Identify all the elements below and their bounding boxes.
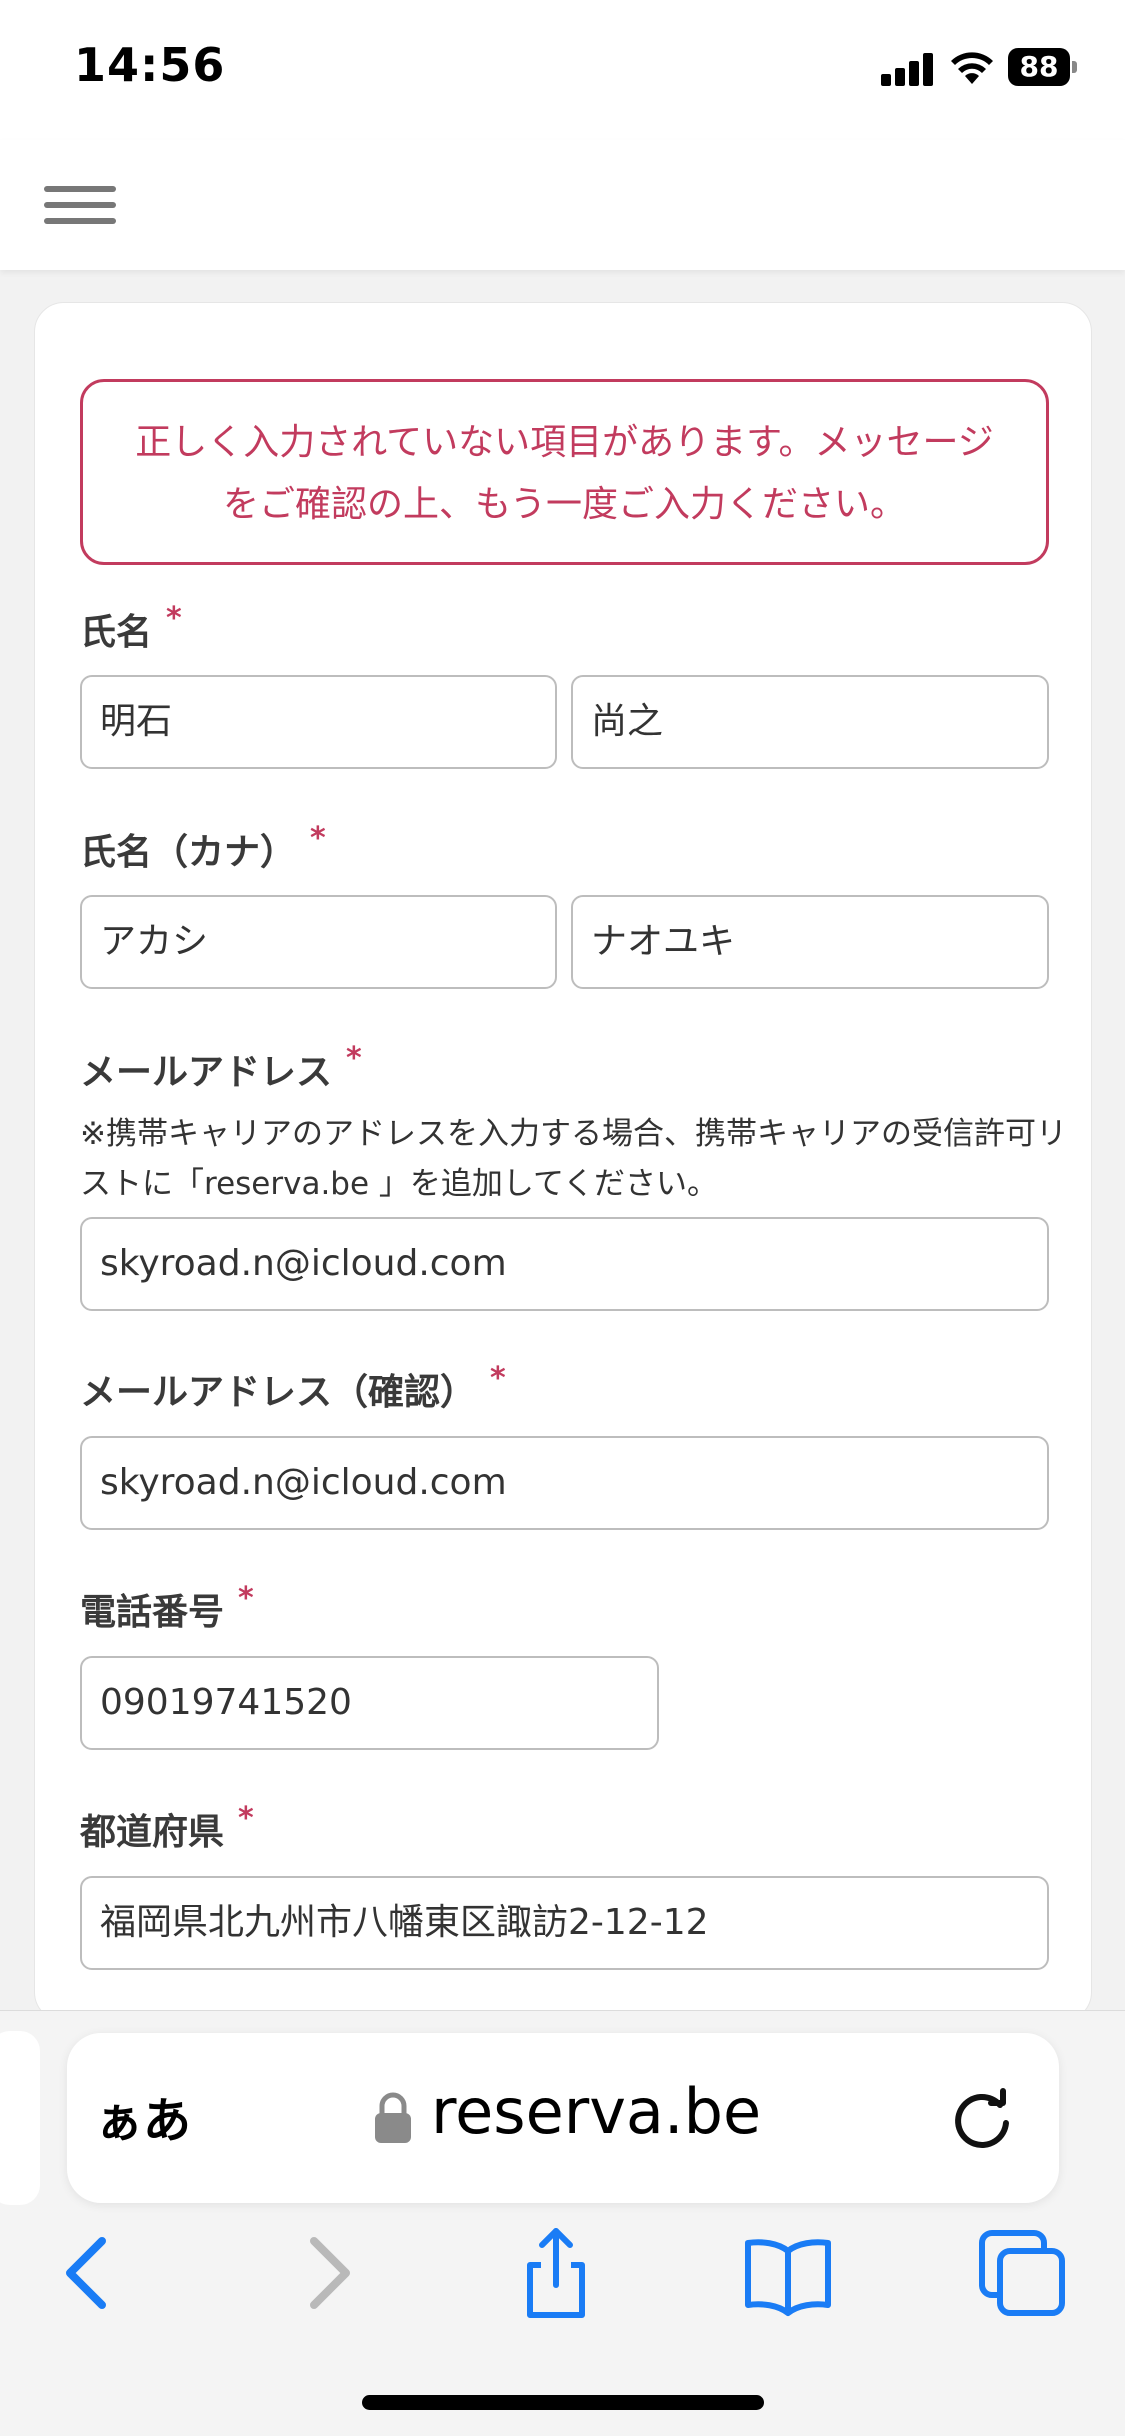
required-mark: * bbox=[166, 601, 182, 636]
phone-label: 電話番号 * bbox=[80, 1581, 254, 1633]
wifi-icon bbox=[951, 52, 993, 84]
cellular-signal-icon bbox=[881, 52, 933, 86]
email-note: ※携帯キャリアのアドレスを入力する場合、携帯キャリアの受信許可リストに「rese… bbox=[80, 1116, 1067, 1202]
email-confirm-input[interactable]: skyroad.n@icloud.com bbox=[80, 1436, 1049, 1530]
phone-input[interactable]: 09019741520 bbox=[80, 1656, 659, 1750]
prefecture-label: 都道府県 * bbox=[80, 1801, 254, 1853]
required-mark: * bbox=[310, 821, 326, 856]
email-input[interactable]: skyroad.n@icloud.com bbox=[80, 1217, 1049, 1311]
page-settings-button[interactable]: ぁあ bbox=[95, 2081, 191, 2151]
prefecture-input[interactable]: 福岡県北九州市八幡東区諏訪2-12-12 bbox=[80, 1876, 1049, 1970]
required-mark: * bbox=[238, 1581, 254, 1616]
email-label: メールアドレス * bbox=[80, 1041, 362, 1093]
lock-icon bbox=[375, 2092, 411, 2143]
first-name-input[interactable]: 尚之 bbox=[571, 675, 1049, 769]
hamburger-menu-icon[interactable] bbox=[44, 180, 116, 230]
url-text[interactable]: reserva.be bbox=[431, 2075, 761, 2148]
required-mark: * bbox=[490, 1361, 506, 1396]
last-name-kana-input[interactable]: アカシ bbox=[80, 895, 557, 989]
status-bar: 14:56 88 bbox=[0, 0, 1125, 140]
status-time: 14:56 bbox=[74, 38, 226, 92]
share-icon[interactable] bbox=[508, 2225, 604, 2321]
first-name-kana-input[interactable]: ナオユキ bbox=[571, 895, 1049, 989]
address-bar[interactable]: ぁあ reserva.be bbox=[67, 2033, 1059, 2203]
reload-icon[interactable] bbox=[947, 2083, 1017, 2153]
back-icon[interactable] bbox=[40, 2225, 136, 2321]
required-mark: * bbox=[346, 1041, 362, 1076]
battery-level: 88 bbox=[1008, 48, 1070, 86]
name-label: 氏名 * bbox=[80, 601, 182, 653]
site-header bbox=[0, 140, 1125, 270]
forward-icon[interactable] bbox=[280, 2225, 376, 2321]
browser-toolbar: ぁあ reserva.be bbox=[0, 2010, 1125, 2436]
tabs-icon[interactable] bbox=[974, 2225, 1070, 2321]
required-mark: * bbox=[238, 1801, 254, 1836]
email-confirm-label: メールアドレス（確認） * bbox=[80, 1361, 506, 1413]
error-message: 正しく入力されていない項目があります。メッセージをご確認の上、もう一度ご入力くだ… bbox=[80, 379, 1049, 565]
last-name-input[interactable]: 明石 bbox=[80, 675, 557, 769]
previous-tab-edge[interactable] bbox=[0, 2031, 40, 2205]
home-indicator bbox=[362, 2395, 764, 2410]
name-kana-label: 氏名（カナ） * bbox=[80, 821, 326, 873]
reservation-form: 正しく入力されていない項目があります。メッセージをご確認の上、もう一度ご入力くだ… bbox=[34, 302, 1092, 2022]
battery-icon: 88 bbox=[1008, 48, 1078, 86]
bookmarks-icon[interactable] bbox=[740, 2225, 836, 2321]
